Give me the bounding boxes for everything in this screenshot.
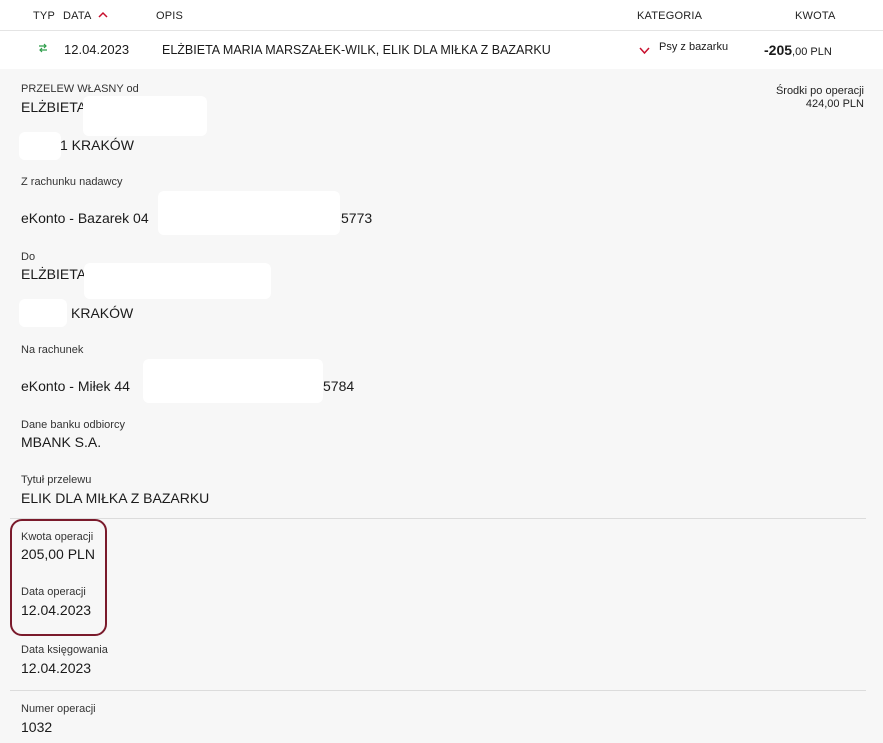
redaction-mask [143,359,323,403]
redaction-mask [83,96,207,136]
transaction-description: ELŻBIETA MARIA MARSZAŁEK-WILK, ELIK DLA … [162,43,551,57]
divider [10,518,866,519]
to-account-label: Na rachunek [21,344,84,356]
amount-value: 205,00 PLN [21,546,95,562]
transfer-type-label: PRZELEW WŁASNY od [21,83,139,95]
column-header-date-label: DATA [63,10,91,22]
title-value: ELIK DLA MIŁKA Z BAZARKU [21,490,210,506]
column-header-description[interactable]: OPIS [156,10,183,22]
column-header-date[interactable]: DATA [63,10,108,22]
booking-date-value: 12.04.2023 [21,660,92,676]
column-header-category[interactable]: KATEGORIA [637,10,702,22]
recipient-city: KRAKÓW [71,305,134,321]
transfer-arrows-icon [37,42,49,57]
to-label: Do [21,251,36,263]
amount-integer: -205 [764,42,793,58]
operation-date-value: 12.04.2023 [21,602,92,618]
to-account-suffix: 5784 [323,378,355,394]
balance-value: 424,00 PLN [805,98,864,110]
table-row[interactable]: 12.04.2023 ELŻBIETA MARIA MARSZAŁEK-WILK… [0,30,883,69]
chevron-up-icon [98,9,108,21]
redaction-mask [158,191,340,235]
to-account-prefix: eKonto - Miłek 44 [21,378,130,394]
sender-city: 1 KRAKÓW [60,137,134,153]
redaction-mask [19,299,67,327]
title-label: Tytuł przelewu [21,474,92,486]
amount-decimal: ,00 PLN [792,46,832,58]
from-account-label: Z rachunku nadawcy [21,176,123,188]
transaction-amount: -205,00 PLN [764,42,832,58]
redaction-mask [19,132,61,160]
column-header-amount[interactable]: KWOTA [795,10,836,22]
column-header-type[interactable]: TYP [33,10,55,22]
operation-number-value: 1032 [21,719,53,735]
divider [10,690,866,691]
redaction-mask [84,263,271,299]
amount-label: Kwota operacji [21,531,94,543]
transaction-category[interactable]: Psy z bazarku [659,41,728,53]
table-header: TYP DATA OPIS KATEGORIA KWOTA [0,0,883,30]
chevron-down-icon[interactable] [639,43,650,58]
from-account-prefix: eKonto - Bazarek 04 [21,210,149,226]
operation-date-label: Data operacji [21,586,86,598]
sender-name: ELŻBIETA [21,99,87,115]
booking-date-label: Data księgowania [21,644,108,656]
balance-label: Środki po operacji [775,85,864,97]
bank-label: Dane banku odbiorcy [21,419,125,431]
recipient-name: ELŻBIETA [21,266,87,282]
transaction-date: 12.04.2023 [64,42,130,57]
balance-after-operation: Środki po operacji 424,00 PLN [776,85,864,111]
operation-number-label: Numer operacji [21,703,96,715]
bank-value: MBANK S.A. [21,434,102,450]
from-account-suffix: 5773 [341,210,373,226]
transaction-details: PRZELEW WŁASNY od ELŻBIETA 1 KRAKÓW Środ… [0,69,883,743]
